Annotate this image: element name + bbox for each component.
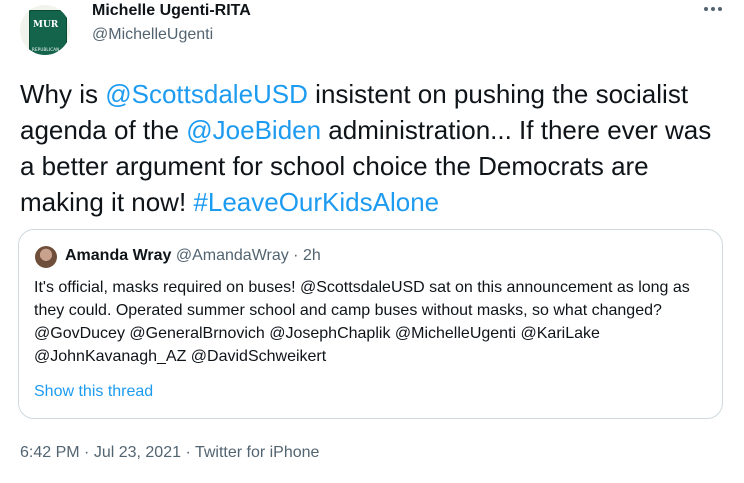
quote-author-handle[interactable]: @AmandaWray xyxy=(176,247,289,264)
hashtag-leaveourkidsalone[interactable]: #LeaveOurKidsAlone xyxy=(193,187,439,217)
quote-time[interactable]: 2h xyxy=(303,247,321,264)
mention-scottsdaleusd[interactable]: @ScottsdaleUSD xyxy=(105,79,308,109)
quote-author-name[interactable]: Amanda Wray xyxy=(65,247,171,264)
tweet-meta: 6:42 PM · Jul 23, 2021 · Twitter for iPh… xyxy=(20,444,319,462)
author-avatar[interactable]: MUR REPUBLICAN xyxy=(20,5,70,55)
quote-separator: · xyxy=(288,247,303,264)
mention-joebiden[interactable]: @JoeBiden xyxy=(186,115,321,145)
mur-logo: MUR REPUBLICAN xyxy=(29,10,67,55)
author-handle[interactable]: @MichelleUgenti xyxy=(92,26,213,44)
quoted-tweet[interactable]: Amanda Wray @AmandaWray · 2h It's offici… xyxy=(18,229,723,419)
quote-avatar[interactable] xyxy=(35,246,57,268)
quote-header: Amanda Wray @AmandaWray · 2h xyxy=(65,247,321,265)
tweet-time[interactable]: 6:42 PM xyxy=(20,444,80,461)
tweet: MUR REPUBLICAN Michelle Ugenti-RITA @Mic… xyxy=(0,0,744,483)
quote-text: It's official, masks required on buses! … xyxy=(34,279,690,365)
logo-text: MUR xyxy=(33,20,59,30)
more-dots-svg xyxy=(704,7,722,11)
tweet-date[interactable]: Jul 23, 2021 xyxy=(94,444,181,461)
tweet-source[interactable]: Twitter for iPhone xyxy=(195,444,320,461)
show-thread-link[interactable]: Show this thread xyxy=(34,383,153,401)
meta-separator: · xyxy=(79,444,94,461)
meta-separator: · xyxy=(181,444,195,461)
author-display-name[interactable]: Michelle Ugenti-RITA xyxy=(92,2,251,20)
more-dots-icon[interactable] xyxy=(700,0,726,24)
tweet-text: Why is @ScottsdaleUSD insistent on pushi… xyxy=(20,76,732,220)
logo-subtext: REPUBLICAN xyxy=(32,47,60,52)
tweet-text-part: Why is xyxy=(20,79,106,109)
